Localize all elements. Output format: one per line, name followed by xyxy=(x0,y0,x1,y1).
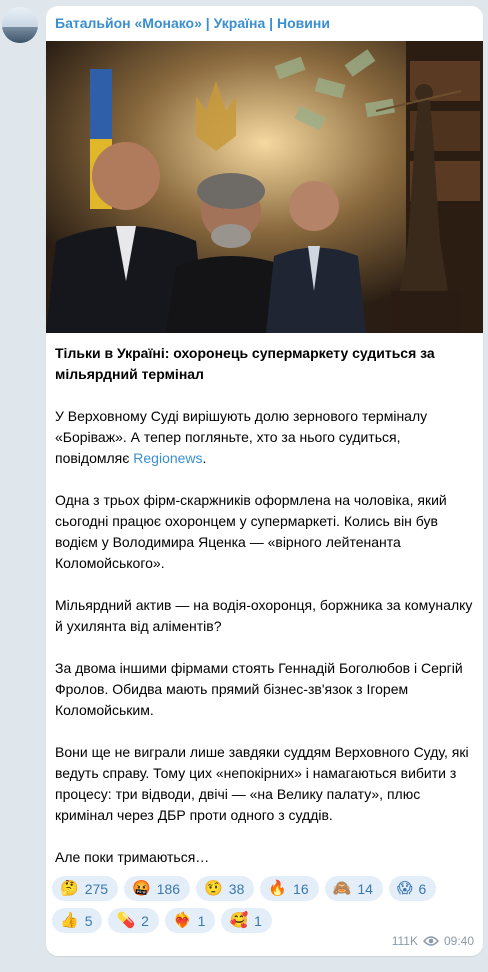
view-count: 111K xyxy=(391,934,418,948)
reaction-pill[interactable]: 💊 2 xyxy=(108,908,159,933)
avatar-sky xyxy=(2,7,38,27)
reaction-count: 16 xyxy=(293,880,309,897)
post-paragraph-4: За двома іншими фірмами стоять Геннадій … xyxy=(55,660,463,718)
heart-on-fire-icon: ❤‍🔥 xyxy=(172,911,192,929)
reaction-count: 1 xyxy=(254,912,262,929)
post-text: Тільки в Україні: охоронець супермаркету… xyxy=(55,343,475,889)
avatar-landscape xyxy=(2,27,38,43)
reaction-count: 275 xyxy=(84,880,109,897)
regionews-link[interactable]: Regionews xyxy=(133,450,202,466)
post-photo-illustration xyxy=(46,41,483,333)
fire-icon: 🔥 xyxy=(268,879,288,897)
post-paragraph-6: Але поки тримаються… xyxy=(55,849,210,865)
reaction-thumbs-up[interactable]: 👍 5 xyxy=(52,908,103,933)
post-paragraph-5: Вони ще не виграли лише завдяки суддям В… xyxy=(55,744,469,823)
angry-face-icon: 🤬 xyxy=(132,879,151,897)
reaction-count: 14 xyxy=(357,880,373,897)
channel-name[interactable]: Батальйон «Монако» | Україна | Новини xyxy=(55,15,330,31)
post-title: Тільки в Україні: охоронець супермаркету… xyxy=(55,345,435,382)
reaction-smiling-hearts[interactable]: 🥰 1 xyxy=(221,908,272,933)
eye-icon xyxy=(422,936,439,946)
reaction-thinking[interactable]: 🤔 275 xyxy=(52,876,119,901)
see-no-evil-monkey-icon: 🙈 xyxy=(332,879,352,897)
paragraph-text: . xyxy=(202,450,207,466)
paragraph-text: У Верховному Суді вирішують долю зерново… xyxy=(55,408,428,466)
reaction-screaming[interactable]: 😱 6 xyxy=(388,876,437,901)
thinking-face-icon: 🤔 xyxy=(60,879,79,897)
reaction-angry[interactable]: 🤬 186 xyxy=(124,876,191,901)
screaming-face-icon: 😱 xyxy=(396,879,413,897)
post-paragraph-1: У Верховному Суді вирішують долю зерново… xyxy=(55,406,475,469)
reaction-count: 186 xyxy=(156,880,181,897)
reaction-fire[interactable]: 🔥 16 xyxy=(260,876,319,901)
reaction-see-no-evil[interactable]: 🙈 14 xyxy=(324,876,383,901)
raised-eyebrow-face-icon: 🤨 xyxy=(204,879,223,897)
reaction-count: 38 xyxy=(228,880,245,897)
reaction-count: 2 xyxy=(141,912,149,929)
reactions-bar: 🤔 275 🤬 186 🤨 38 🔥 16 🙈 14 😱 6 👍 5 💊 2 ❤‍🔥 1 🥰 1 xyxy=(52,876,480,933)
reaction-count: 1 xyxy=(197,912,206,929)
channel-avatar[interactable] xyxy=(2,7,38,43)
reaction-count: 6 xyxy=(418,880,427,897)
message-bubble: Батальйон «Монако» | Україна | Новини Ті… xyxy=(46,6,483,956)
post-paragraph-2: Одна з трьох фірм-скаржників оформлена н… xyxy=(55,492,447,571)
smiling-face-hearts-icon: 🥰 xyxy=(229,911,249,929)
message-meta: 111K 09:40 xyxy=(392,934,474,948)
message-time: 09:40 xyxy=(443,934,474,948)
post-paragraph-3: Мільярдний актив — на водія-охоронця, бо… xyxy=(55,597,473,634)
pill-icon: 💊 xyxy=(116,911,136,929)
thumbs-up-icon: 👍 xyxy=(60,911,79,929)
post-photo[interactable] xyxy=(46,41,483,333)
reaction-heart-on-fire[interactable]: ❤‍🔥 1 xyxy=(164,908,216,933)
reaction-count: 5 xyxy=(84,912,93,929)
reaction-raised-eyebrow[interactable]: 🤨 38 xyxy=(196,876,255,901)
